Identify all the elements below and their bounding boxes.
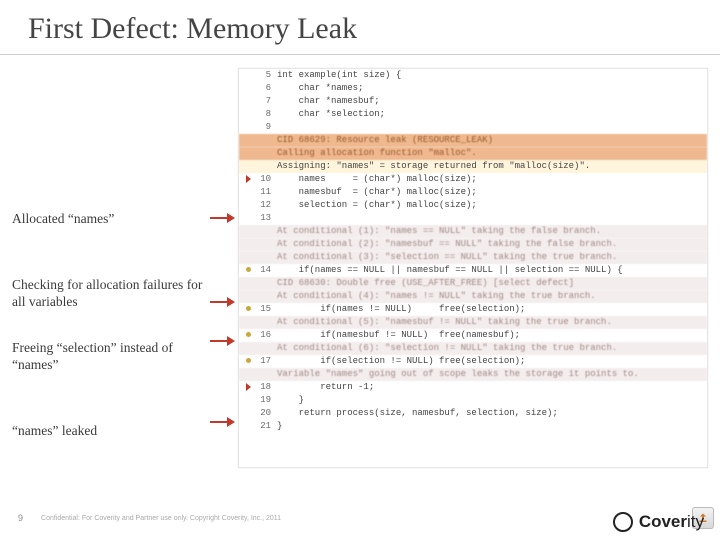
- line-text: }: [277, 394, 707, 407]
- defect-line: CID 68629: Resource leak (RESOURCE_LEAK): [239, 134, 707, 147]
- defect-marker-icon: [243, 381, 253, 394]
- code-line: 6 char *names;: [239, 82, 707, 95]
- line-text: if(namesbuf != NULL) free(namesbuf);: [277, 329, 707, 342]
- code-line: 18 return -1;: [239, 381, 707, 394]
- line-number: 5: [253, 69, 277, 82]
- annotation-checking: Checking for allocation failures for all…: [12, 276, 212, 311]
- line-text: CID 68629: Resource leak (RESOURCE_LEAK): [277, 134, 707, 147]
- line-number: 9: [253, 121, 277, 134]
- line-text: int example(int size) {: [277, 69, 707, 82]
- event-marker-icon: [243, 303, 253, 316]
- code-line: 21}: [239, 420, 707, 433]
- line-text: if(selection != NULL) free(selection);: [277, 355, 707, 368]
- annotation-allocated: Allocated “names”: [12, 210, 212, 228]
- arrow-icon: [210, 214, 236, 222]
- line-text: CID 68630: Double free (USE_AFTER_FREE) …: [277, 277, 707, 290]
- analysis-line: At conditional (4): "names != NULL" taki…: [239, 290, 707, 303]
- line-number: 8: [253, 108, 277, 121]
- analysis-line: At conditional (3): "selection == NULL" …: [239, 251, 707, 264]
- line-text: if(names != NULL) free(selection);: [277, 303, 707, 316]
- arrow-icon: [210, 337, 236, 345]
- line-number: 21: [253, 420, 277, 433]
- event-marker-icon: [243, 264, 253, 277]
- code-line: 14 if(names == NULL || namesbuf == NULL …: [239, 264, 707, 277]
- line-text: Assigning: "names" = storage returned fr…: [277, 160, 707, 173]
- line-text: char *selection;: [277, 108, 707, 121]
- code-line: 8 char *selection;: [239, 108, 707, 121]
- arrow-icon: [210, 418, 236, 426]
- analysis-line: Variable "names" going out of scope leak…: [239, 368, 707, 381]
- code-line: 5int example(int size) {: [239, 69, 707, 82]
- logo-mark-icon: [613, 512, 633, 532]
- annotations-column: Allocated “names” Checking for allocatio…: [12, 210, 212, 467]
- line-number: 20: [253, 407, 277, 420]
- title-underline: [0, 54, 720, 55]
- line-number: 17: [253, 355, 277, 368]
- line-text: return process(size, namesbuf, selection…: [277, 407, 707, 420]
- line-text: char *names;: [277, 82, 707, 95]
- page-number: 9: [18, 513, 23, 523]
- code-panel: 5int example(int size) {6 char *names;7 …: [238, 68, 708, 468]
- line-number: 16: [253, 329, 277, 342]
- analysis-line: CID 68630: Double free (USE_AFTER_FREE) …: [239, 277, 707, 290]
- line-number: 18: [253, 381, 277, 394]
- line-text: selection = (char*) malloc(size);: [277, 199, 707, 212]
- code-line: 15 if(names != NULL) free(selection);: [239, 303, 707, 316]
- code-line: 16 if(namesbuf != NULL) free(namesbuf);: [239, 329, 707, 342]
- code-line: 12 selection = (char*) malloc(size);: [239, 199, 707, 212]
- event-marker-icon: [243, 329, 253, 342]
- annotation-leaked: “names” leaked: [12, 422, 212, 440]
- line-number: 15: [253, 303, 277, 316]
- line-number: 19: [253, 394, 277, 407]
- analysis-line: At conditional (1): "names == NULL" taki…: [239, 225, 707, 238]
- coverity-logo: Coverity: [613, 512, 704, 532]
- analysis-line: At conditional (2): "namesbuf == NULL" t…: [239, 238, 707, 251]
- analysis-line: At conditional (5): "namesbuf != NULL" t…: [239, 316, 707, 329]
- code-line: 20 return process(size, namesbuf, select…: [239, 407, 707, 420]
- code-line: 7 char *namesbuf;: [239, 95, 707, 108]
- line-text: At conditional (2): "namesbuf == NULL" t…: [277, 238, 707, 251]
- defect-line: Calling allocation function "malloc".: [239, 147, 707, 160]
- annotation-freeing: Freeing “selection” instead of “names”: [12, 339, 212, 374]
- code-line: 17 if(selection != NULL) free(selection)…: [239, 355, 707, 368]
- code-line: 11 namesbuf = (char*) malloc(size);: [239, 186, 707, 199]
- line-text: Variable "names" going out of scope leak…: [277, 368, 707, 381]
- slide: First Defect: Memory Leak Allocated “nam…: [0, 0, 720, 540]
- line-number: 13: [253, 212, 277, 225]
- line-text: namesbuf = (char*) malloc(size);: [277, 186, 707, 199]
- logo-text: Coverity: [639, 512, 704, 532]
- line-number: 12: [253, 199, 277, 212]
- line-text: char *namesbuf;: [277, 95, 707, 108]
- analysis-line: At conditional (6): "selection != NULL" …: [239, 342, 707, 355]
- line-number: 14: [253, 264, 277, 277]
- line-number: 7: [253, 95, 277, 108]
- line-text: return -1;: [277, 381, 707, 394]
- line-text: At conditional (4): "names != NULL" taki…: [277, 290, 707, 303]
- line-text: At conditional (6): "selection != NULL" …: [277, 342, 707, 355]
- highlight-line: Assigning: "names" = storage returned fr…: [239, 160, 707, 173]
- line-number: 6: [253, 82, 277, 95]
- line-text: At conditional (3): "selection == NULL" …: [277, 251, 707, 264]
- defect-marker-icon: [243, 173, 253, 186]
- confidential-text: Confidential: For Coverity and Partner u…: [41, 515, 692, 522]
- code-line: 10 names = (char*) malloc(size);: [239, 173, 707, 186]
- line-text: if(names == NULL || namesbuf == NULL || …: [277, 264, 707, 277]
- line-text: At conditional (5): "namesbuf != NULL" t…: [277, 316, 707, 329]
- line-text: At conditional (1): "names == NULL" taki…: [277, 225, 707, 238]
- code-line: 9: [239, 121, 707, 134]
- line-text: }: [277, 420, 707, 433]
- line-text: Calling allocation function "malloc".: [277, 147, 707, 160]
- event-marker-icon: [243, 355, 253, 368]
- line-text: names = (char*) malloc(size);: [277, 173, 707, 186]
- slide-title: First Defect: Memory Leak: [28, 12, 357, 46]
- arrow-icon: [210, 298, 236, 306]
- code-line: 13: [239, 212, 707, 225]
- line-number: 10: [253, 173, 277, 186]
- line-number: 11: [253, 186, 277, 199]
- code-line: 19 }: [239, 394, 707, 407]
